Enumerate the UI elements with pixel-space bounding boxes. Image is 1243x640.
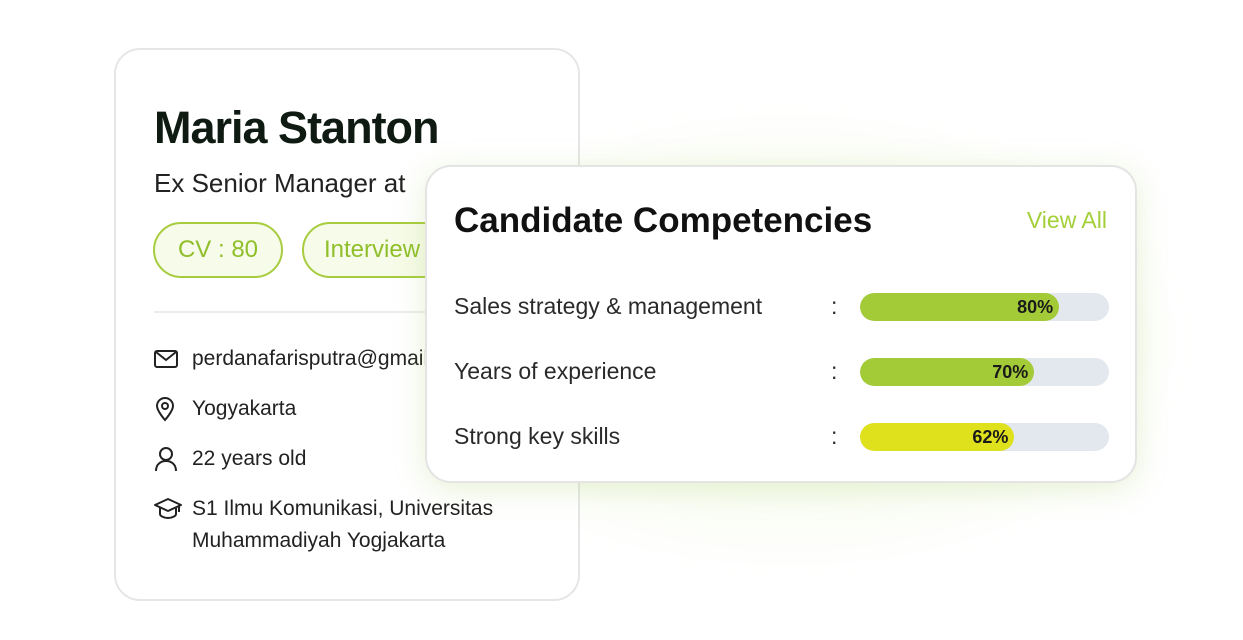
competency-bar: 62% [860,423,1109,451]
age-text: 22 years old [192,447,307,470]
location-row: Yogyakarta [154,393,296,425]
candidate-name: Maria Stanton [154,102,440,153]
location-pin-icon [154,393,182,425]
competency-bar-fill: 80% [860,293,1060,321]
competency-separator: : [831,293,838,319]
competency-percent: 62% [972,427,1009,447]
competency-bar: 80% [860,293,1109,321]
competency-bar-fill: 62% [860,423,1015,451]
competency-row: Sales strategy & management : 80% [454,289,1109,323]
competency-bar: 70% [860,358,1109,386]
competencies-title: Candidate Competencies [454,201,873,240]
age-row: 22 years old [154,443,306,475]
competency-label: Sales strategy & management [454,293,763,319]
competency-separator: : [831,423,838,449]
candidate-role: Ex Senior Manager at [154,168,406,198]
cv-score-badge[interactable]: CV : 80 [153,222,283,278]
education-text: S1 Ilmu Komunikasi, Universitas Muhammad… [192,497,494,552]
competency-separator: : [831,358,838,384]
education-row: S1 Ilmu Komunikasi, Universitas Muhammad… [154,493,522,557]
competency-label: Years of experience [454,358,657,384]
graduation-cap-icon [154,493,182,525]
competency-bar-fill: 70% [860,358,1035,386]
competency-row: Strong key skills : 62% [454,419,1109,453]
location-text: Yogyakarta [192,397,297,420]
view-all-link[interactable]: View All [1027,207,1107,234]
competency-label: Strong key skills [454,423,621,449]
competency-percent: 70% [992,362,1029,382]
competencies-card: Candidate Competencies View All Sales st… [425,165,1137,483]
competency-row: Years of experience : 70% [454,354,1109,388]
competency-percent: 80% [1017,297,1054,317]
mail-icon [154,343,182,375]
user-icon [154,443,182,475]
